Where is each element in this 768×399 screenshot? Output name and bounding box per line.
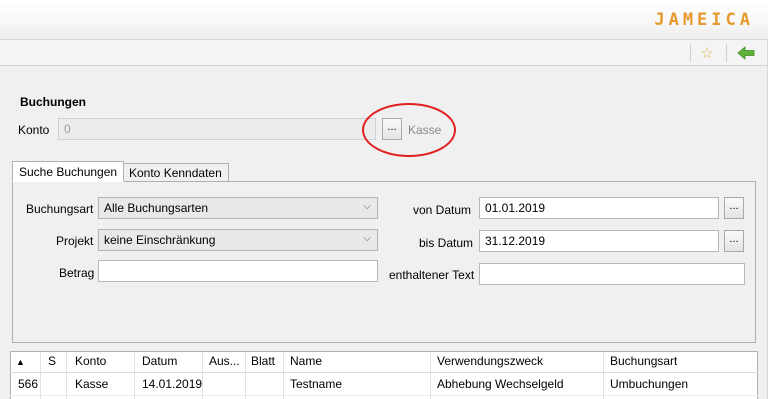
column-separator: [283, 352, 284, 399]
toolbar: ☆: [0, 40, 768, 66]
konto-field[interactable]: 0: [58, 118, 376, 140]
tab-suche-buchungen[interactable]: Suche Buchungen: [12, 161, 125, 182]
column-separator: [40, 352, 41, 399]
table-cell-datum[interactable]: 14.01.2019: [142, 377, 202, 391]
toolbar-separator: [690, 44, 691, 62]
column-separator: [430, 352, 431, 399]
buchungsart-label: Buchungsart: [26, 202, 94, 216]
column-separator: [134, 352, 135, 399]
column-header-s[interactable]: S: [48, 354, 56, 368]
bis-datum-field[interactable]: 31.12.2019: [479, 230, 719, 252]
von-datum-field[interactable]: 01.01.2019: [479, 197, 719, 219]
betrag-label: Betrag: [59, 266, 95, 280]
sort-ascending-icon[interactable]: ▲: [16, 357, 25, 367]
column-header-blatt[interactable]: Blatt: [251, 354, 275, 368]
table-row-divider: [10, 395, 758, 396]
von-datum-label: von Datum: [413, 203, 472, 217]
chevron-down-icon: ⌵: [363, 201, 371, 212]
projekt-value: keine Einschränkung: [104, 233, 216, 247]
star-icon[interactable]: ☆: [697, 43, 717, 63]
column-header-auszug[interactable]: Aus...: [209, 354, 240, 368]
column-header-name[interactable]: Name: [290, 354, 322, 368]
betrag-field[interactable]: [98, 260, 378, 282]
konto-label: Konto: [18, 123, 50, 137]
von-datum-picker-button[interactable]: ...: [724, 197, 744, 219]
projekt-select[interactable]: keine Einschränkung ⌵: [98, 229, 378, 251]
column-separator: [66, 352, 67, 399]
text-label: enthaltener Text: [389, 268, 475, 282]
table-cell-id[interactable]: 566: [18, 377, 38, 391]
table-cell-konto[interactable]: Kasse: [75, 377, 108, 391]
table-cell-verwendungszweck[interactable]: Abhebung Wechselgeld: [437, 377, 564, 391]
page-title: Buchungen: [20, 95, 86, 109]
app-logo: JAMEICA: [654, 10, 754, 30]
column-header-verwendungszweck[interactable]: Verwendungszweck: [437, 354, 543, 368]
bis-datum-picker-button[interactable]: ...: [724, 230, 744, 252]
tab-konto-kenndaten[interactable]: Konto Kenndaten: [122, 163, 229, 182]
toolbar-separator: [726, 44, 727, 62]
bis-datum-label: bis Datum: [419, 236, 474, 250]
column-header-konto[interactable]: Konto: [75, 354, 106, 368]
highlight-circle: [362, 103, 456, 157]
chevron-down-icon: ⌵: [363, 233, 371, 244]
projekt-label: Projekt: [56, 234, 94, 248]
column-header-buchungsart[interactable]: Buchungsart: [610, 354, 677, 368]
text-field[interactable]: [479, 263, 745, 285]
column-separator: [245, 352, 246, 399]
table-cell-name[interactable]: Testname: [290, 377, 342, 391]
buchungsart-value: Alle Buchungsarten: [104, 201, 209, 215]
table-header-divider: [10, 372, 758, 373]
app-header: JAMEICA: [0, 0, 768, 40]
buchungsart-select[interactable]: Alle Buchungsarten ⌵: [98, 197, 378, 219]
back-arrow-icon[interactable]: [736, 43, 756, 63]
column-separator: [202, 352, 203, 399]
table-cell-buchungsart[interactable]: Umbuchungen: [610, 377, 688, 391]
column-header-datum[interactable]: Datum: [142, 354, 177, 368]
column-separator: [603, 352, 604, 399]
